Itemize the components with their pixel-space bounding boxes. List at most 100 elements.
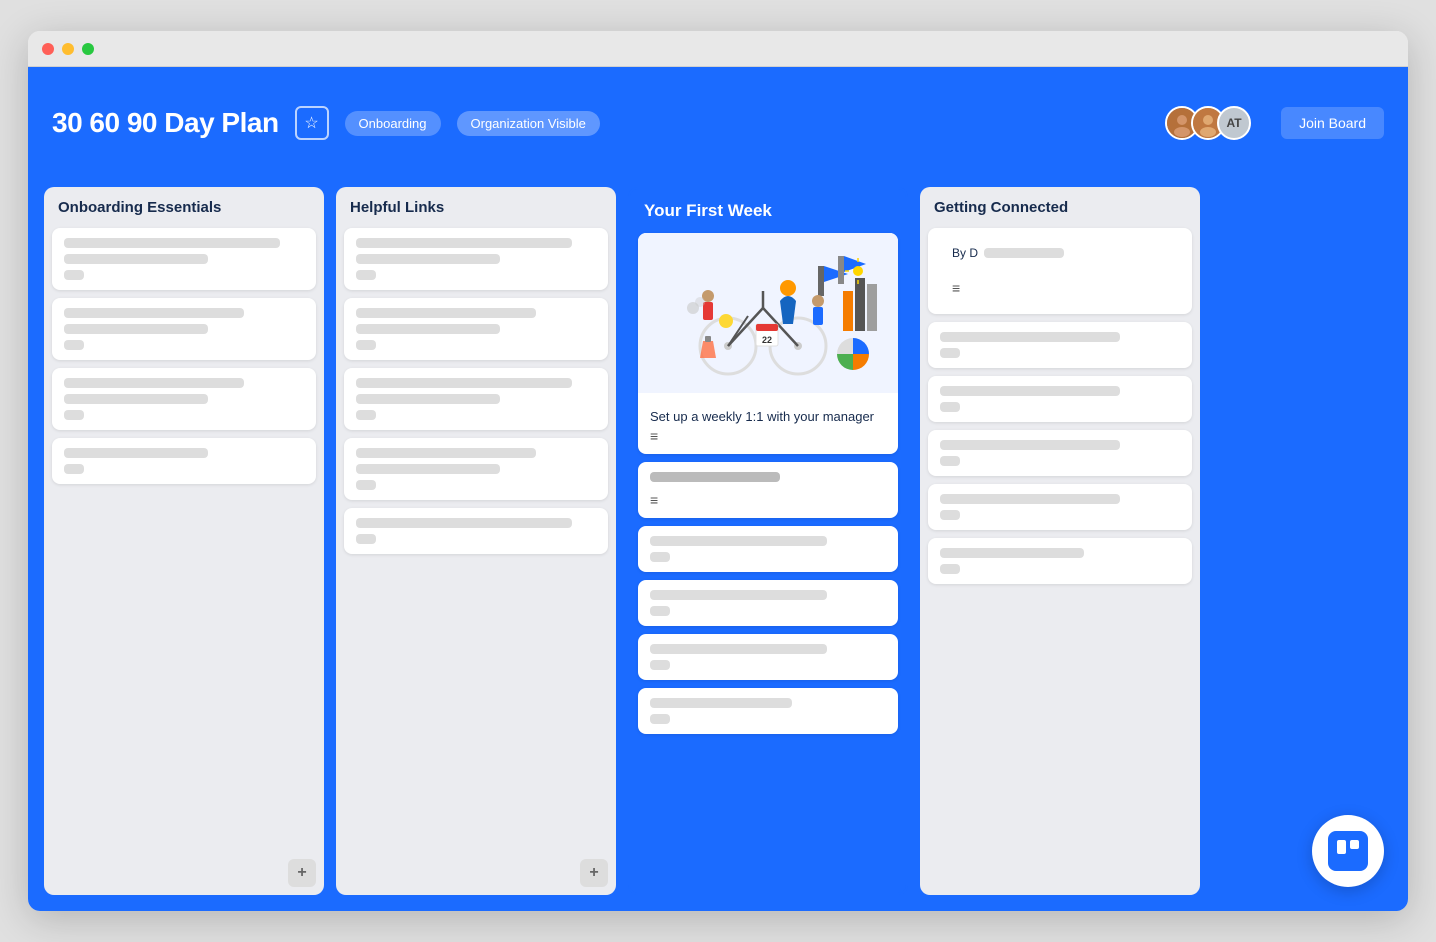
- star-button[interactable]: ☆: [295, 106, 329, 140]
- table-row[interactable]: [344, 438, 608, 500]
- column-1-title: Onboarding Essentials: [44, 187, 324, 224]
- column-3-body: 22: [630, 229, 906, 893]
- trello-fab-button[interactable]: [1312, 815, 1384, 887]
- table-row[interactable]: [344, 368, 608, 430]
- browser-titlebar: [28, 31, 1408, 67]
- table-row[interactable]: [638, 526, 898, 572]
- card-line: [940, 440, 1120, 450]
- table-row[interactable]: [928, 322, 1192, 368]
- card-line: [940, 456, 960, 466]
- card-line: [940, 548, 1084, 558]
- column-helpful-links: Helpful Links: [336, 187, 616, 895]
- table-row[interactable]: [638, 688, 898, 734]
- column-1-footer: +: [44, 853, 324, 895]
- featured-card[interactable]: 22: [638, 233, 898, 454]
- card-line: [650, 606, 670, 616]
- card-line: [356, 308, 536, 318]
- column-4-title: Getting Connected: [920, 187, 1200, 224]
- board-title: 30 60 90 Day Plan: [52, 107, 279, 139]
- org-visible-tag[interactable]: Organization Visible: [457, 111, 600, 136]
- column-3-title: Your First Week: [630, 189, 906, 229]
- card-line: [984, 248, 1064, 258]
- card-line: [356, 254, 500, 264]
- add-card-button[interactable]: +: [580, 859, 608, 887]
- card-line: [356, 410, 376, 420]
- card-line: [356, 518, 572, 528]
- maximize-dot[interactable]: [82, 43, 94, 55]
- add-card-button[interactable]: +: [288, 859, 316, 887]
- table-row[interactable]: [52, 298, 316, 360]
- card-line: [64, 448, 208, 458]
- card-line: [64, 410, 84, 420]
- browser-window: 30 60 90 Day Plan ☆ Onboarding Organizat…: [28, 31, 1408, 911]
- card-line: [650, 590, 827, 600]
- hamburger-icon: ≡: [952, 280, 1168, 296]
- table-row[interactable]: [638, 580, 898, 626]
- by-text: By D: [952, 246, 978, 260]
- card-line: [940, 386, 1120, 396]
- table-row[interactable]: [344, 508, 608, 554]
- table-row[interactable]: [52, 228, 316, 290]
- svg-text:22: 22: [762, 335, 772, 345]
- column-1-body: [44, 224, 324, 853]
- card-line: [940, 510, 960, 520]
- table-row[interactable]: [928, 484, 1192, 530]
- card-line: [356, 378, 572, 388]
- card-line: [650, 660, 670, 670]
- close-dot[interactable]: [42, 43, 54, 55]
- card-line: [356, 340, 376, 350]
- avatar-group: AT: [1165, 106, 1251, 140]
- column-your-first-week: Your First Week: [628, 187, 908, 895]
- card-line: [356, 448, 536, 458]
- user-initials-avatar[interactable]: AT: [1217, 106, 1251, 140]
- card-line: [64, 308, 244, 318]
- hamburger-icon: ≡: [650, 428, 886, 444]
- card-line: [650, 644, 827, 654]
- column-getting-connected: Getting Connected By D ≡: [920, 187, 1200, 895]
- card-line: [356, 270, 376, 280]
- minimize-dot[interactable]: [62, 43, 74, 55]
- column-4-body: By D ≡: [920, 224, 1200, 895]
- trello-icon: [1328, 831, 1368, 871]
- join-board-button[interactable]: Join Board: [1281, 107, 1384, 139]
- card-line: [940, 564, 960, 574]
- card-line: [940, 402, 960, 412]
- card-line: [650, 536, 827, 546]
- card-line: [64, 254, 208, 264]
- board-header: 30 60 90 Day Plan ☆ Onboarding Organizat…: [28, 67, 1408, 179]
- table-row[interactable]: By D ≡: [928, 228, 1192, 314]
- table-row[interactable]: ≡: [638, 462, 898, 518]
- table-row[interactable]: [52, 368, 316, 430]
- column-2-body: [336, 224, 616, 853]
- card-line: [64, 378, 244, 388]
- by-line: By D: [940, 238, 1180, 268]
- card-line: [64, 238, 280, 248]
- table-row[interactable]: [638, 634, 898, 680]
- card-line: [940, 332, 1120, 342]
- card-line: [356, 534, 376, 544]
- table-row[interactable]: [344, 298, 608, 360]
- card-line: [356, 464, 500, 474]
- card-line: [356, 394, 500, 404]
- card-line: [64, 394, 208, 404]
- table-row[interactable]: [928, 376, 1192, 422]
- table-row[interactable]: [344, 228, 608, 290]
- board-area: Onboarding Essentials: [28, 179, 1408, 911]
- card-text: Set up a weekly 1:1 with your manager ≡: [638, 399, 898, 454]
- card-line: [64, 340, 84, 350]
- column-2-footer: +: [336, 853, 616, 895]
- table-row[interactable]: [928, 538, 1192, 584]
- onboarding-tag[interactable]: Onboarding: [345, 111, 441, 136]
- card-line: [356, 480, 376, 490]
- card-line: [356, 238, 572, 248]
- card-line: [650, 472, 780, 482]
- card-line: [650, 698, 792, 708]
- card-line: [64, 464, 84, 474]
- table-row[interactable]: [928, 430, 1192, 476]
- table-row[interactable]: [52, 438, 316, 484]
- card-line: [64, 270, 84, 280]
- card-line: [940, 348, 960, 358]
- card-line: [64, 324, 208, 334]
- card-line: [650, 552, 670, 562]
- card-image: 22: [638, 233, 898, 393]
